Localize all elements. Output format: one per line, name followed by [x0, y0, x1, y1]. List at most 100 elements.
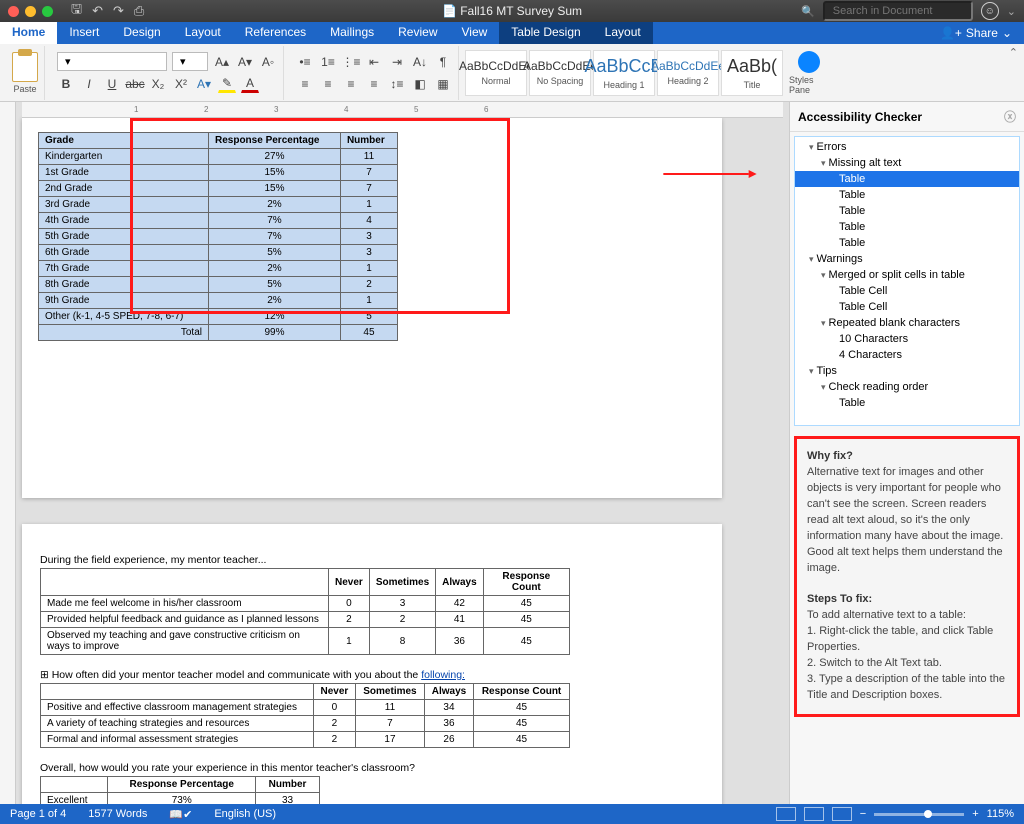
search-icon[interactable]: 🔍 — [801, 5, 815, 18]
tab-table-design[interactable]: Table Design — [499, 22, 592, 44]
view-web-icon[interactable] — [832, 807, 852, 821]
user-icon[interactable]: ☺ — [981, 2, 999, 20]
table-row[interactable]: 6th Grade5%3 — [39, 245, 398, 261]
tab-view[interactable]: View — [450, 22, 500, 44]
table-row[interactable]: Provided helpful feedback and guidance a… — [41, 612, 570, 628]
acc-item[interactable]: Warnings — [795, 251, 1019, 267]
table-row[interactable]: Positive and effective classroom managem… — [41, 700, 570, 716]
table-row[interactable]: 2nd Grade15%7 — [39, 181, 398, 197]
styles-gallery[interactable]: AaBbCcDdEeNormalAaBbCcDdEeNo SpacingAaBb… — [465, 50, 783, 96]
style-title[interactable]: AaBb(Title — [721, 50, 783, 96]
sort-icon[interactable]: A↓ — [411, 53, 429, 71]
minimize-window-icon[interactable] — [25, 6, 36, 17]
style-normal[interactable]: AaBbCcDdEeNormal — [465, 50, 527, 96]
acc-item[interactable]: Tips — [795, 363, 1019, 379]
caret-icon[interactable]: ⌄ — [1007, 5, 1016, 18]
bullets-icon[interactable]: •≡ — [296, 53, 314, 71]
table-row[interactable]: Observed my teaching and gave constructi… — [41, 628, 570, 655]
q2-table[interactable]: NeverSometimesAlwaysResponse CountPositi… — [40, 683, 570, 748]
table-row[interactable]: 7th Grade2%1 — [39, 261, 398, 277]
indent-right-icon[interactable]: ⇥ — [388, 53, 406, 71]
view-print-icon[interactable] — [804, 807, 824, 821]
align-right-icon[interactable]: ≡ — [342, 75, 360, 93]
table-row[interactable]: 9th Grade2%1 — [39, 293, 398, 309]
strike-button[interactable]: abc — [126, 75, 144, 93]
word-count[interactable]: 1577 Words — [88, 808, 147, 820]
acc-item[interactable]: Table Cell — [795, 283, 1019, 299]
zoom-slider[interactable] — [874, 813, 964, 816]
numbering-icon[interactable]: 1≡ — [319, 53, 337, 71]
italic-button[interactable]: I — [80, 75, 98, 93]
search-input[interactable] — [823, 1, 973, 21]
acc-item[interactable]: Errors — [795, 139, 1019, 155]
table-row[interactable]: Made me feel welcome in his/her classroo… — [41, 596, 570, 612]
table-row[interactable]: Total99%45 — [39, 325, 398, 341]
table-row[interactable]: 8th Grade5%2 — [39, 277, 398, 293]
indent-left-icon[interactable]: ⇤ — [365, 53, 383, 71]
line-spacing-icon[interactable]: ↕≡ — [388, 75, 406, 93]
page-indicator[interactable]: Page 1 of 4 — [10, 808, 66, 820]
page-1[interactable]: GradeResponse PercentageNumberKindergart… — [22, 118, 722, 498]
grade-table[interactable]: GradeResponse PercentageNumberKindergart… — [38, 132, 398, 341]
font-name-dropdown[interactable]: ▾ — [57, 52, 167, 71]
zoom-in-icon[interactable]: + — [972, 808, 978, 820]
align-left-icon[interactable]: ≡ — [296, 75, 314, 93]
justify-icon[interactable]: ≡ — [365, 75, 383, 93]
q3-table[interactable]: Response PercentageNumberExcellent73%33G… — [40, 776, 320, 804]
borders-icon[interactable]: ▦ — [434, 75, 452, 93]
acc-item[interactable]: Check reading order — [795, 379, 1019, 395]
subscript-button[interactable]: X₂ — [149, 75, 167, 93]
clear-format-icon[interactable]: A◦ — [259, 53, 277, 71]
paste-icon[interactable] — [12, 52, 38, 82]
acc-item[interactable]: 4 Characters — [795, 347, 1019, 363]
tab-insert[interactable]: Insert — [57, 22, 111, 44]
tab-review[interactable]: Review — [386, 22, 449, 44]
acc-item[interactable]: Repeated blank characters — [795, 315, 1019, 331]
tab-home[interactable]: Home — [0, 22, 57, 44]
close-panel-icon[interactable]: ⓧ — [1004, 108, 1016, 125]
style-heading-1[interactable]: AaBbCcDHeading 1 — [593, 50, 655, 96]
style-no-spacing[interactable]: AaBbCcDdEeNo Spacing — [529, 50, 591, 96]
multilevel-icon[interactable]: ⋮≡ — [342, 53, 360, 71]
language-indicator[interactable]: English (US) — [214, 808, 276, 820]
table-row[interactable]: 5th Grade7%3 — [39, 229, 398, 245]
acc-item[interactable]: Table — [795, 187, 1019, 203]
save-icon[interactable]: 🖫 — [71, 0, 82, 22]
font-size-dropdown[interactable]: ▾ — [172, 52, 208, 71]
pilcrow-icon[interactable]: ¶ — [434, 53, 452, 71]
table-row[interactable]: Other (k-1, 4-5 SPED, 7-8, 6-7)12%5 — [39, 309, 398, 325]
table-row[interactable]: Kindergarten27%11 — [39, 149, 398, 165]
font-color-icon[interactable]: A — [241, 75, 259, 93]
acc-item[interactable]: Table — [795, 219, 1019, 235]
bold-button[interactable]: B — [57, 75, 75, 93]
acc-item[interactable]: 10 Characters — [795, 331, 1019, 347]
table-row[interactable]: 1st Grade15%7 — [39, 165, 398, 181]
print-icon[interactable]: ⎙ — [134, 3, 144, 19]
align-center-icon[interactable]: ≡ — [319, 75, 337, 93]
[interactable]: − — [860, 808, 866, 820]
accessibility-results[interactable]: ErrorsMissing alt textTableTableTableTab… — [794, 136, 1020, 426]
decrease-font-icon[interactable]: A▾ — [236, 53, 254, 71]
tab-references[interactable]: References — [233, 22, 318, 44]
acc-item[interactable]: Table — [795, 395, 1019, 411]
redo-icon[interactable]: ↷ — [113, 3, 124, 19]
share-button[interactable]: 👤+ Share ⌄ — [928, 22, 1024, 44]
close-window-icon[interactable] — [8, 6, 19, 17]
underline-button[interactable]: U — [103, 75, 121, 93]
tab-layout[interactable]: Layout — [173, 22, 233, 44]
zoom-percent[interactable]: 115% — [987, 808, 1014, 820]
table-row[interactable]: 4th Grade7%4 — [39, 213, 398, 229]
document-area[interactable]: 123456 GradeResponse PercentageNumberKin… — [16, 102, 789, 804]
acc-item[interactable]: Table — [795, 235, 1019, 251]
zoom-window-icon[interactable] — [42, 6, 53, 17]
view-focus-icon[interactable] — [776, 807, 796, 821]
q1-table[interactable]: NeverSometimesAlwaysResponse CountMade m… — [40, 568, 570, 655]
ribbon-collapse-icon[interactable]: ⌃ — [1009, 46, 1018, 59]
page-2[interactable]: During the field experience, my mentor t… — [22, 524, 722, 804]
acc-item[interactable]: Table — [795, 203, 1019, 219]
following-link[interactable]: following: — [421, 669, 465, 681]
table-row[interactable]: 3rd Grade2%1 — [39, 197, 398, 213]
highlight-icon[interactable]: ✎ — [218, 75, 236, 93]
tab-table-layout[interactable]: Layout — [593, 22, 653, 44]
superscript-button[interactable]: X² — [172, 75, 190, 93]
